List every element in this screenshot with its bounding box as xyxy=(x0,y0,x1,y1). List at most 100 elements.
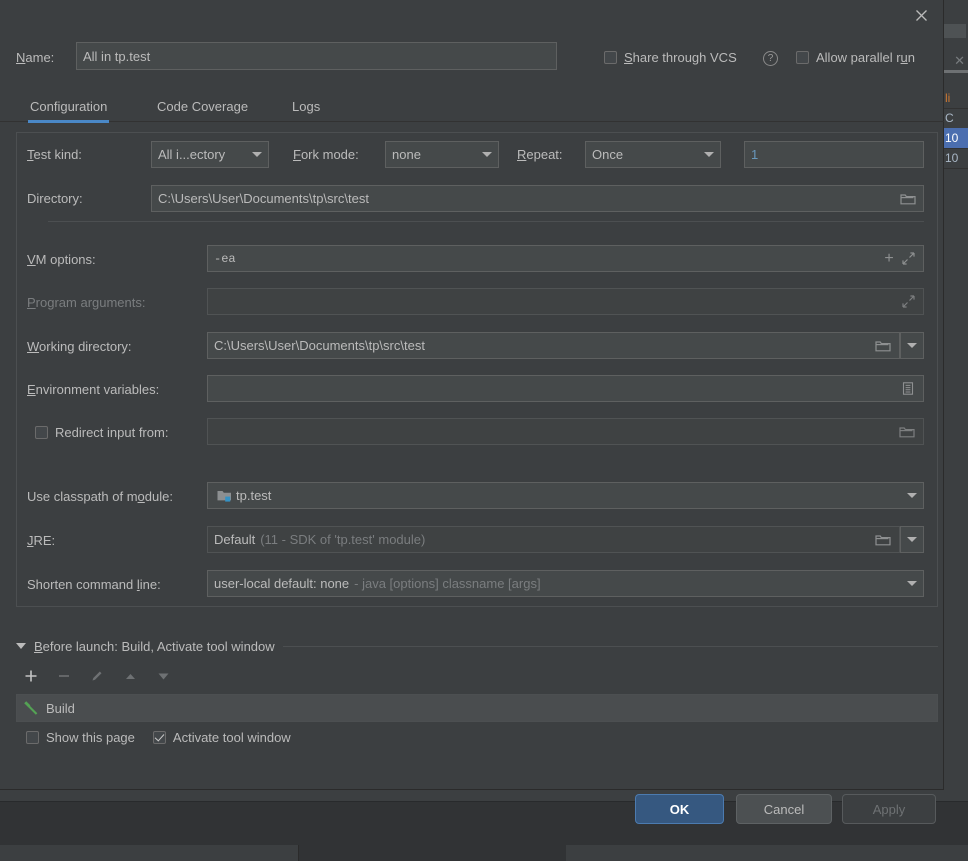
classpath-module-combo[interactable]: tp.test xyxy=(207,482,924,509)
share-vcs-label: Share through VCS xyxy=(624,50,737,65)
background-status-right xyxy=(566,845,968,861)
tab-logs[interactable]: Logs xyxy=(290,90,322,122)
share-vcs-checkbox-box[interactable] xyxy=(604,51,617,64)
activate-tool-window-checkbox-box[interactable] xyxy=(152,731,166,744)
background-status-middle xyxy=(300,845,565,861)
allow-parallel-run-checkbox[interactable]: Allow parallel run xyxy=(796,50,915,65)
pencil-icon[interactable] xyxy=(84,664,110,688)
chevron-down-icon xyxy=(907,537,917,542)
show-this-page-checkbox-box[interactable] xyxy=(26,731,39,744)
vm-options-value: -ea xyxy=(214,251,236,266)
background-status-left xyxy=(0,845,299,861)
fork-mode-label: Fork mode: xyxy=(293,147,359,162)
show-this-page-checkbox[interactable]: Show this page xyxy=(26,730,135,745)
chevron-down-icon xyxy=(907,581,917,586)
redirect-input-field[interactable] xyxy=(207,418,924,445)
redirect-input-checkbox-box[interactable] xyxy=(35,426,48,439)
expand-icon[interactable] xyxy=(899,252,917,265)
before-launch-header: Before launch: Build, Activate tool wind… xyxy=(16,636,938,656)
close-icon[interactable] xyxy=(909,4,933,26)
classpath-module-value: tp.test xyxy=(236,488,272,503)
classpath-module-label: Use classpath of module: xyxy=(27,489,173,504)
environment-variables-label: Environment variables: xyxy=(27,382,160,397)
test-kind-combo[interactable]: All i...ectory xyxy=(151,141,269,168)
background-right-panel: ✕ li C 10 10 xyxy=(942,0,968,790)
background-list-item[interactable]: 10 xyxy=(942,148,968,169)
activate-tool-window-label: Activate tool window xyxy=(172,730,291,745)
folder-icon[interactable] xyxy=(899,192,917,205)
redirect-input-label: Redirect input from: xyxy=(55,425,169,440)
activate-tool-window-checkbox[interactable]: Activate tool window xyxy=(152,730,291,745)
working-directory-value: C:\Users\User\Documents\tp\src\test xyxy=(214,338,425,353)
folder-icon[interactable] xyxy=(873,339,893,352)
move-down-button[interactable] xyxy=(150,664,176,688)
redirect-input-checkbox[interactable]: Redirect input from: xyxy=(35,425,168,440)
allow-parallel-label: Allow parallel run xyxy=(816,50,916,65)
directory-value: C:\Users\User\Documents\tp\src\test xyxy=(158,191,369,206)
configuration-panel: Test kind: All i...ectory Fork mode: non… xyxy=(16,132,938,607)
fork-mode-combo[interactable]: none xyxy=(385,141,499,168)
vm-options-field[interactable]: -ea + xyxy=(207,245,924,272)
before-launch-task-list[interactable]: Build xyxy=(16,694,938,722)
repeat-combo[interactable]: Once xyxy=(585,141,721,168)
section-separator xyxy=(48,221,924,222)
share-through-vcs-checkbox[interactable]: Share through VCS xyxy=(604,50,737,65)
shorten-command-line-combo[interactable]: user-local default: none - java [options… xyxy=(207,570,924,597)
shorten-command-line-value: user-local default: none xyxy=(214,576,350,591)
name-input[interactable] xyxy=(76,42,557,70)
program-arguments-field[interactable] xyxy=(207,288,924,315)
jre-hint: (11 - SDK of 'tp.test' module) xyxy=(260,532,426,547)
jre-dropdown[interactable] xyxy=(900,526,924,553)
vm-options-label: VM options: xyxy=(27,252,96,267)
before-launch-toolbar xyxy=(18,664,218,688)
tab-code-coverage[interactable]: Code Coverage xyxy=(155,90,250,122)
before-launch-divider xyxy=(282,645,938,647)
plus-icon[interactable]: + xyxy=(879,250,899,267)
help-icon[interactable]: ? xyxy=(763,51,778,66)
jre-value: Default xyxy=(214,532,256,547)
remove-button[interactable] xyxy=(51,664,77,688)
test-kind-label: Test kind: xyxy=(27,147,82,162)
chevron-down-icon xyxy=(907,493,917,498)
folder-icon[interactable] xyxy=(873,533,893,546)
repeat-label: Repeat: xyxy=(517,147,563,162)
background-list-item-selected[interactable]: 10 xyxy=(942,128,968,149)
cancel-button[interactable]: Cancel xyxy=(736,794,832,824)
background-close-icon[interactable]: ✕ xyxy=(954,54,965,67)
expand-icon[interactable] xyxy=(899,295,917,308)
working-directory-field[interactable]: C:\Users\User\Documents\tp\src\test xyxy=(207,332,900,359)
jre-field[interactable]: Default (11 - SDK of 'tp.test' module) xyxy=(207,526,900,553)
environment-variables-field[interactable] xyxy=(207,375,924,402)
collapse-arrow-icon[interactable] xyxy=(16,643,26,649)
working-directory-history-dropdown[interactable] xyxy=(900,332,924,359)
add-button[interactable] xyxy=(18,664,44,688)
background-list-item[interactable]: li xyxy=(942,88,968,109)
list-editor-icon[interactable] xyxy=(899,382,917,395)
chevron-down-icon xyxy=(482,152,492,157)
dialog-button-row: OK Cancel Apply xyxy=(0,794,944,834)
hammer-icon xyxy=(23,699,39,718)
background-scrollbar[interactable] xyxy=(942,70,968,73)
module-folder-icon xyxy=(214,489,236,503)
directory-label: Directory: xyxy=(27,191,83,206)
show-this-page-label: Show this page xyxy=(46,730,135,745)
chevron-down-icon xyxy=(252,152,262,157)
jre-label: JRE: xyxy=(27,533,56,548)
test-kind-value: All i...ectory xyxy=(158,147,226,162)
directory-field[interactable]: C:\Users\User\Documents\tp\src\test xyxy=(151,185,924,212)
repeat-count-input[interactable] xyxy=(744,141,924,168)
allow-parallel-checkbox-box[interactable] xyxy=(796,51,809,64)
chevron-down-icon xyxy=(907,343,917,348)
before-launch-title[interactable]: Before launch: Build, Activate tool wind… xyxy=(34,639,275,654)
ok-button[interactable]: OK xyxy=(635,794,724,824)
move-up-button[interactable] xyxy=(117,664,143,688)
chevron-down-icon xyxy=(704,152,714,157)
folder-icon[interactable] xyxy=(897,425,917,438)
apply-button[interactable]: Apply xyxy=(842,794,936,824)
tab-bar: Configuration Code Coverage Logs xyxy=(0,90,944,123)
tab-configuration[interactable]: Configuration xyxy=(28,90,110,123)
repeat-value: Once xyxy=(592,147,624,162)
background-toolbar-button[interactable] xyxy=(944,24,966,38)
working-directory-label: Working directory: xyxy=(27,339,132,354)
background-list-item[interactable]: C xyxy=(942,108,968,129)
